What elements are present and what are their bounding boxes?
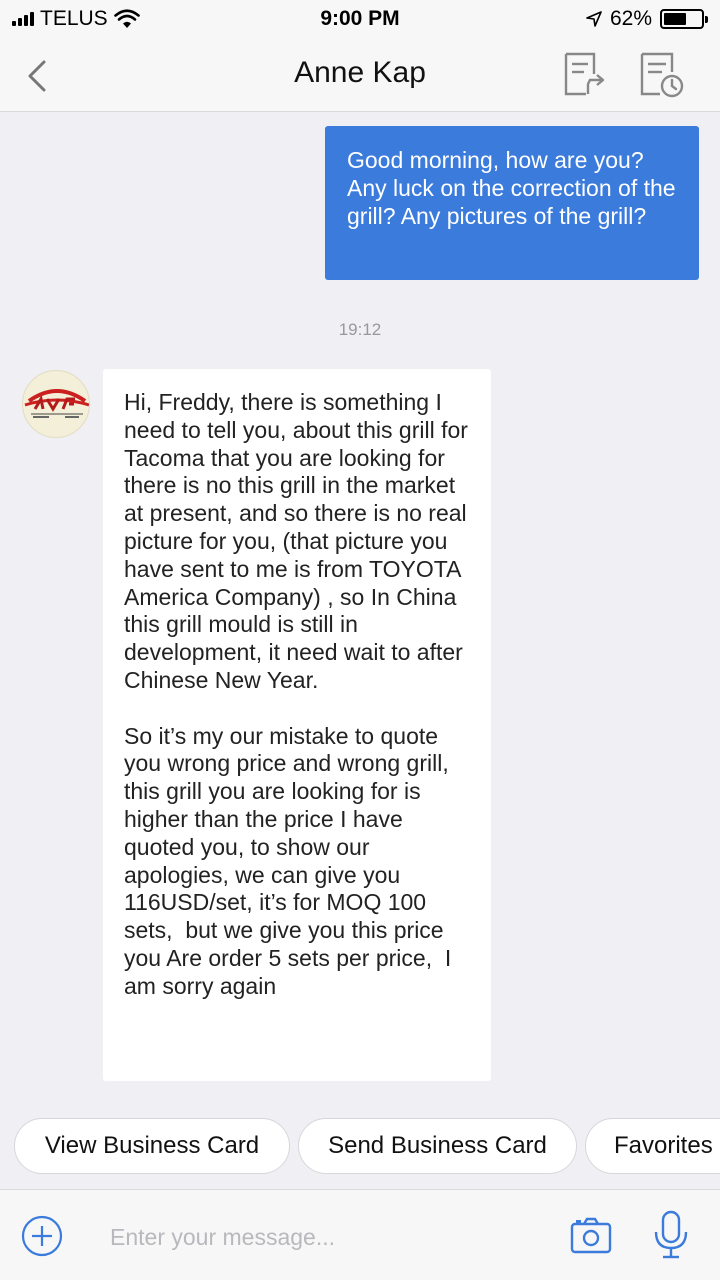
send-business-card-button[interactable]: Send Business Card — [298, 1118, 577, 1174]
view-business-card-button[interactable]: View Business Card — [14, 1118, 290, 1174]
status-bar: TELUS 9:00 PM 62% — [0, 0, 720, 40]
battery-percent: 62% — [609, 7, 652, 30]
message-input[interactable] — [110, 1220, 530, 1254]
favorites-button[interactable]: Favorites — [585, 1118, 720, 1174]
battery-icon — [660, 9, 708, 29]
document-history-icon[interactable] — [638, 50, 686, 100]
company-logo-icon — [24, 389, 89, 418]
quick-actions-bar: View Business Card Send Business Card Fa… — [0, 1118, 720, 1176]
chat-area[interactable]: Good morning, how are you? Any luck on t… — [0, 112, 720, 1112]
nav-bar: Anne Kap — [0, 40, 720, 112]
camera-icon[interactable] — [570, 1216, 612, 1254]
chat-title: Anne Kap — [294, 56, 426, 89]
status-right: 62% — [586, 7, 708, 31]
microphone-icon[interactable] — [652, 1210, 690, 1260]
outgoing-message[interactable]: Good morning, how are you? Any luck on t… — [325, 126, 699, 280]
avatar[interactable] — [22, 370, 90, 438]
location-arrow-icon — [586, 11, 602, 27]
export-document-icon[interactable] — [560, 50, 608, 100]
add-attachment-icon[interactable] — [20, 1214, 64, 1258]
message-timestamp: 19:12 — [338, 320, 382, 339]
incoming-message[interactable]: Hi, Freddy, there is something I need to… — [103, 369, 491, 1081]
message-input-bar — [0, 1189, 720, 1280]
